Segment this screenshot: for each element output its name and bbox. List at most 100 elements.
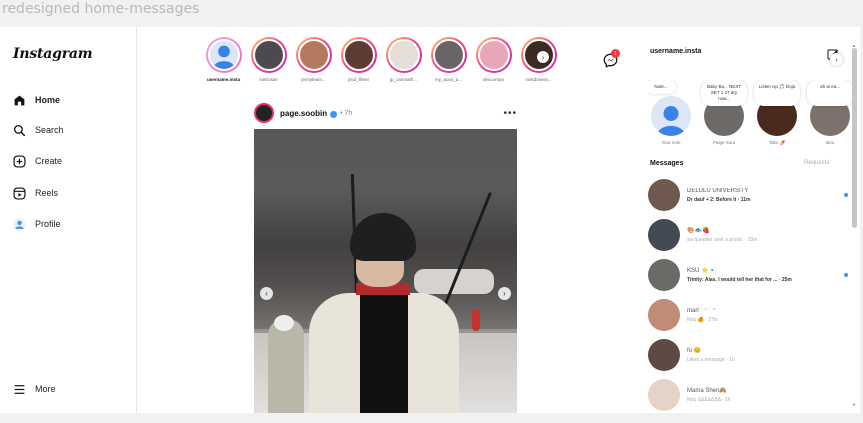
sidebar-item-more[interactable]: More bbox=[12, 379, 56, 399]
post-username[interactable]: page.soobin bbox=[280, 109, 327, 118]
post-header: page.soobin • 7h ••• bbox=[254, 102, 517, 124]
story-item[interactable]: my_aoos_a... bbox=[430, 37, 467, 82]
message-preview: Nou ΔΔΔΔΔΔΔ · 1h bbox=[687, 397, 731, 403]
message-sender: 🎨🐟🍓 bbox=[687, 228, 710, 234]
avatar bbox=[651, 96, 691, 136]
scroll-down-arrow[interactable]: ▼ bbox=[852, 402, 856, 407]
message-row[interactable]: 🎨🐟🍓 sis queeder sent a photo. · 19m bbox=[648, 217, 848, 253]
message-preview: Dr dauf + 2: Before it · 11m bbox=[687, 196, 751, 203]
more-options-button[interactable]: ••• bbox=[503, 108, 517, 119]
story-item[interactable]: username.insta bbox=[205, 37, 242, 82]
note-name: tanu bbox=[825, 140, 835, 145]
message-sender: KSU ⭐🔹 bbox=[687, 268, 716, 274]
frame-title: redesigned home-messages bbox=[2, 1, 200, 17]
avatar bbox=[477, 39, 510, 71]
story-username: username.insta bbox=[206, 77, 240, 82]
avatar bbox=[648, 179, 680, 211]
messages-heading: Messages bbox=[650, 160, 684, 167]
sidebar-item-label: Search bbox=[35, 125, 64, 135]
message-preview: Nou 🍊 · 27m bbox=[687, 317, 718, 323]
sidebar-item-home[interactable]: Home bbox=[12, 90, 60, 110]
sidebar-item-search[interactable]: Search bbox=[12, 120, 64, 140]
message-row[interactable]: marl ˙ ⁻ ˙ ⁺ Nou 🍊 · 27m bbox=[648, 297, 848, 333]
messages-panel: username.insta Note... Your note Baby Ba… bbox=[640, 27, 852, 413]
scrollbar-thumb[interactable] bbox=[852, 48, 857, 228]
sidebar-item-label: Create bbox=[35, 156, 63, 166]
note-bubble: Baby Ba... NEXT SET 1 27 dry now... bbox=[701, 80, 747, 106]
background-figure bbox=[472, 309, 480, 331]
hamburger-menu-icon bbox=[12, 382, 26, 396]
stories-next-button[interactable]: › bbox=[537, 51, 549, 63]
create-icon bbox=[12, 154, 26, 168]
story-item[interactable]: deucompo bbox=[475, 37, 512, 82]
notes-tray: Note... Your note Baby Ba... NEXT SET 1 … bbox=[648, 80, 852, 150]
avatar bbox=[648, 339, 680, 371]
story-username: noisdosess... bbox=[525, 77, 552, 82]
chevron-right-icon: › bbox=[541, 52, 545, 62]
instagram-logo[interactable]: Instagram bbox=[13, 46, 93, 62]
panel-username: username.insta bbox=[650, 48, 702, 55]
message-row[interactable]: DELULU UNIVERSITY Dr dauf + 2: Before it… bbox=[648, 177, 848, 213]
message-sender: fo 😊 bbox=[687, 348, 702, 354]
home-icon bbox=[12, 93, 26, 107]
profile-icon bbox=[12, 217, 26, 231]
note-bubble: ah ai ea... bbox=[807, 80, 852, 106]
avatar bbox=[252, 39, 285, 71]
story-username: my_aoos_a... bbox=[434, 77, 462, 82]
background-person-helmet bbox=[274, 315, 294, 331]
note-name: Your note bbox=[661, 140, 681, 145]
sidebar-item-create[interactable]: Create bbox=[12, 151, 62, 171]
verified-badge-icon bbox=[330, 110, 338, 118]
message-sender: DELULU UNIVERSITY bbox=[687, 187, 749, 194]
post-image[interactable]: ‹ › bbox=[254, 129, 517, 413]
sidebar-item-label: More bbox=[35, 384, 56, 394]
message-row[interactable]: KSU ⭐🔹 Trinity: Alas, I would tell her t… bbox=[648, 257, 848, 293]
background-person bbox=[268, 319, 304, 413]
chevron-left-icon: ‹ bbox=[265, 289, 268, 298]
avatar bbox=[648, 259, 680, 291]
sidebar-item-label: Profile bbox=[35, 219, 61, 229]
notes-next-button[interactable]: › bbox=[830, 53, 843, 66]
unread-indicator bbox=[844, 273, 848, 277]
story-username: jp_camnath... bbox=[389, 77, 417, 82]
avatar bbox=[297, 39, 330, 71]
search-icon bbox=[12, 123, 26, 137]
story-username: deucompo bbox=[482, 77, 504, 82]
avatar bbox=[648, 219, 680, 251]
stories-tray: username.insta metrosan jennyleam... jis… bbox=[205, 37, 557, 82]
note-name: Paige Sout bbox=[712, 140, 736, 145]
note-name: Tako 🍠 bbox=[768, 140, 786, 145]
story-username: jennyleam... bbox=[301, 77, 326, 82]
note-bubble: Note... bbox=[648, 80, 676, 94]
instagram-app: Instagram Home Search Create Reels Profi… bbox=[0, 27, 860, 413]
story-username: metrosan bbox=[259, 77, 278, 82]
story-username: jisul_lilmei bbox=[348, 77, 369, 82]
notification-badge: 1 bbox=[611, 49, 620, 58]
sidebar-item-label: Reels bbox=[35, 188, 59, 198]
story-item[interactable]: jisul_lilmei bbox=[340, 37, 377, 82]
message-preview: Liked a message · 1h bbox=[687, 357, 735, 363]
story-item[interactable]: jp_camnath... bbox=[385, 37, 422, 82]
avatar bbox=[648, 299, 680, 331]
avatar[interactable] bbox=[254, 103, 274, 123]
note-bubble: Listen Up 🎵 Doja bbox=[754, 80, 800, 106]
left-sidebar: Instagram Home Search Create Reels Profi… bbox=[0, 27, 137, 413]
post-timestamp: • 7h bbox=[340, 109, 353, 117]
message-row[interactable]: fo 😊 Liked a message · 1h bbox=[648, 337, 848, 373]
avatar bbox=[342, 39, 375, 71]
sidebar-item-profile[interactable]: Profile bbox=[12, 214, 61, 234]
chevron-right-icon: › bbox=[835, 55, 838, 64]
story-item[interactable]: jennyleam... bbox=[295, 37, 332, 82]
carousel-next-button[interactable]: › bbox=[498, 287, 511, 300]
story-item[interactable]: metrosan bbox=[250, 37, 287, 82]
message-row[interactable]: Mama Shen🙈 Nou ΔΔΔΔΔΔΔ · 1h bbox=[648, 377, 848, 413]
message-preview: Trinity: Alas, I would tell her that for… bbox=[687, 277, 792, 283]
requests-link[interactable]: Requests bbox=[804, 160, 829, 166]
sidebar-item-label: Home bbox=[35, 95, 61, 105]
carousel-prev-button[interactable]: ‹ bbox=[260, 287, 273, 300]
message-preview: sis queeder sent a photo. · 19m bbox=[687, 237, 758, 243]
avatar bbox=[432, 39, 465, 71]
avatar bbox=[387, 39, 420, 71]
chevron-right-icon: › bbox=[503, 289, 506, 298]
sidebar-item-reels[interactable]: Reels bbox=[12, 183, 58, 203]
